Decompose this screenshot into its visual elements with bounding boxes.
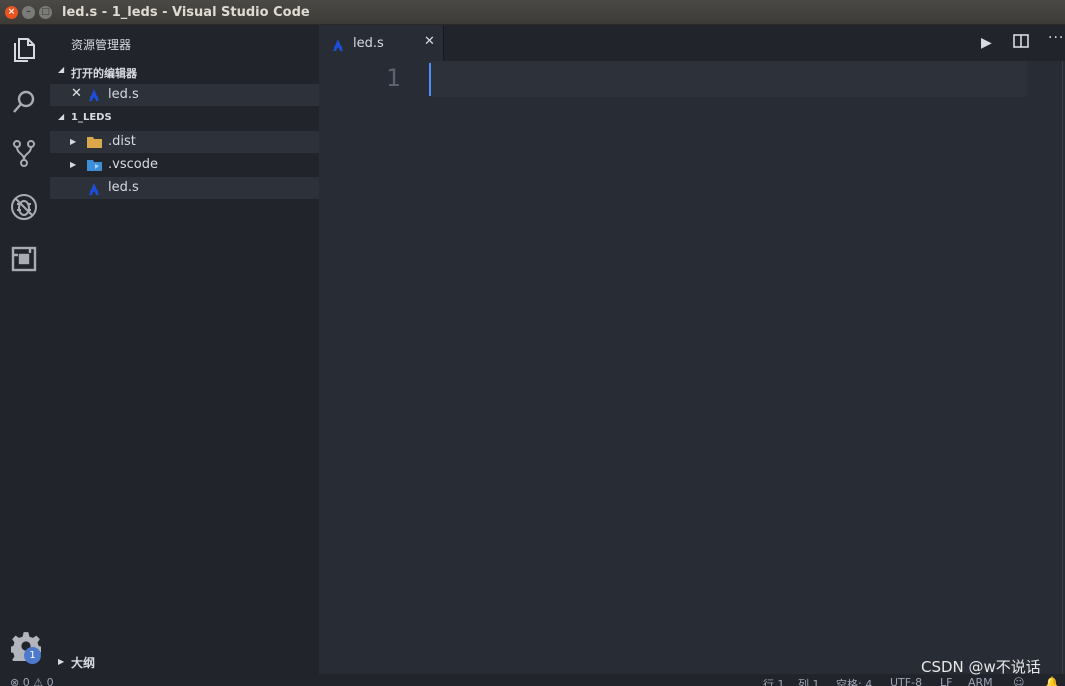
- debug-icon[interactable]: [9, 192, 39, 222]
- outline-section-header[interactable]: ▶ 大纲: [50, 651, 319, 673]
- chevron-right-icon: ▶: [58, 657, 65, 666]
- more-actions-icon[interactable]: ···: [1048, 30, 1064, 46]
- asm-file-icon: [87, 88, 101, 106]
- open-editors-section-header[interactable]: ◢ 打开的编辑器: [50, 61, 319, 83]
- status-bar: ⊗ 0 ⚠ 0 行 1 列 1 空格: 4 UTF-8 LF ARM ☺ 🔔: [0, 674, 1065, 686]
- close-icon[interactable]: ✕: [71, 86, 82, 101]
- search-icon[interactable]: [9, 87, 39, 117]
- explorer-icon[interactable]: [9, 35, 39, 65]
- problems-indicator[interactable]: ⊗ 0 ⚠ 0: [10, 676, 54, 686]
- window-title: led.s - 1_leds - Visual Studio Code: [62, 5, 310, 20]
- activity-bar: 1: [0, 25, 50, 674]
- vscode-folder-icon: [87, 159, 102, 175]
- code-editor[interactable]: 1: [319, 61, 1065, 674]
- status-encoding[interactable]: UTF-8: [890, 676, 922, 686]
- source-control-icon[interactable]: [9, 138, 39, 168]
- sidebar-title: 资源管理器: [71, 38, 132, 52]
- settings-badge: 1: [24, 647, 41, 664]
- chevron-right-icon: ▶: [70, 137, 77, 146]
- tab-led-s[interactable]: led.s ✕: [319, 25, 444, 61]
- explorer-sidebar: 资源管理器 ◢ 打开的编辑器 ✕ led.s ◢ 1_LEDS ▶ .dist …: [50, 25, 319, 674]
- status-indentation[interactable]: 空格: 4: [836, 676, 872, 686]
- status-column[interactable]: 列 1: [798, 676, 820, 686]
- status-line[interactable]: 行 1: [763, 676, 785, 686]
- run-icon[interactable]: ▶: [981, 35, 992, 51]
- feedback-icon[interactable]: ☺: [1013, 676, 1024, 686]
- open-editor-label: led.s: [108, 87, 139, 102]
- editor-tab-bar: led.s ✕ ▶ ···: [319, 25, 1065, 61]
- tree-item-label: led.s: [108, 180, 139, 195]
- asm-file-icon: [331, 37, 345, 56]
- split-editor-icon[interactable]: [1013, 33, 1029, 53]
- status-eol[interactable]: LF: [940, 676, 952, 686]
- window-close-button[interactable]: ×: [5, 6, 18, 19]
- open-editor-item-led-s[interactable]: ✕ led.s: [50, 84, 319, 106]
- window-maximize-button[interactable]: □: [39, 6, 52, 19]
- notifications-bell-icon[interactable]: 🔔: [1045, 676, 1059, 686]
- status-language[interactable]: ARM: [968, 676, 993, 686]
- tree-item-label: .vscode: [108, 157, 158, 172]
- open-editors-label: 打开的编辑器: [71, 67, 137, 80]
- tree-item-led-s[interactable]: led.s: [50, 177, 319, 199]
- expanded-chevron-icon: ◢: [58, 112, 65, 121]
- text-cursor: [429, 63, 431, 96]
- extensions-icon[interactable]: [9, 244, 39, 274]
- title-bar: × – □ led.s - 1_leds - Visual Studio Cod…: [0, 0, 1065, 25]
- expanded-chevron-icon: ◢: [58, 65, 65, 74]
- tree-item-vscode[interactable]: ▶ .vscode: [50, 154, 319, 176]
- window-minimize-button[interactable]: –: [22, 6, 35, 19]
- asm-file-icon: [87, 182, 101, 200]
- tree-item-label: .dist: [108, 134, 136, 149]
- line-number: 1: [386, 64, 401, 92]
- tree-item-dist[interactable]: ▶ .dist: [50, 131, 319, 153]
- outline-label: 大纲: [71, 656, 96, 670]
- watermark: CSDN @w不说话: [921, 658, 1041, 676]
- close-icon[interactable]: ✕: [424, 34, 435, 49]
- current-line-highlight: [429, 61, 1027, 97]
- overview-ruler[interactable]: [1062, 61, 1063, 674]
- chevron-right-icon: ▶: [70, 160, 77, 169]
- folder-icon: [87, 136, 102, 152]
- tab-label: led.s: [353, 36, 384, 51]
- project-label: 1_LEDS: [71, 112, 112, 123]
- project-section-header[interactable]: ◢ 1_LEDS: [50, 108, 319, 130]
